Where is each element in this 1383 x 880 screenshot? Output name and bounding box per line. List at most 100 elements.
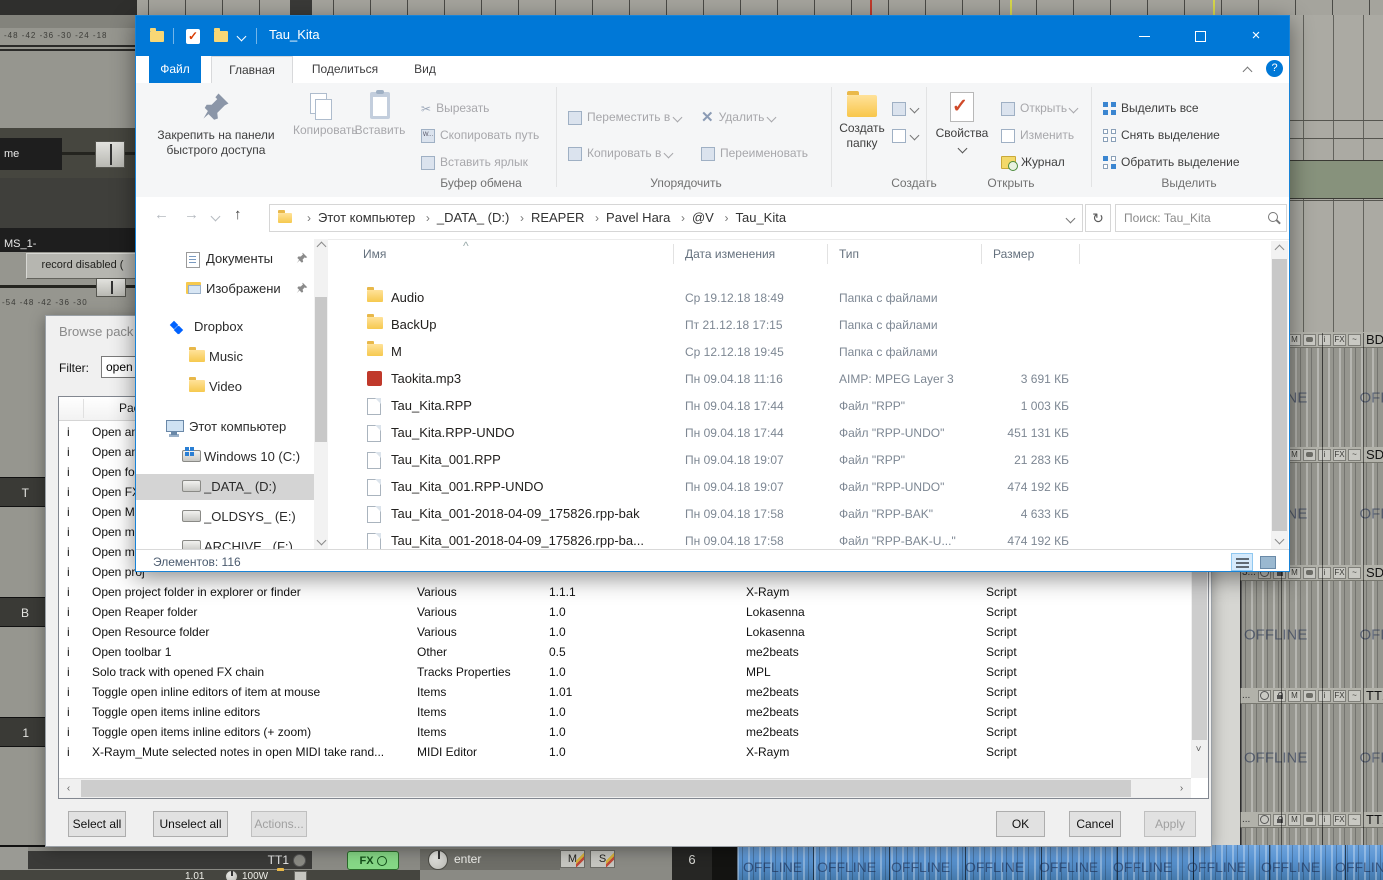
search-icon[interactable]: [1268, 212, 1278, 222]
breadcrumb-link[interactable]: REAPER: [531, 205, 584, 231]
package-row[interactable]: i Solo track with opened FX chain Tracks…: [59, 662, 1191, 682]
details-view-button[interactable]: [1231, 553, 1253, 571]
recent-locations-icon[interactable]: [210, 211, 221, 222]
delete-button[interactable]: ✕ Удалить: [701, 106, 777, 128]
mute-button[interactable]: M: [560, 850, 585, 868]
file-row[interactable]: Tau_Kita_001.RPP Пн 09.04.18 19:07 Файл …: [346, 446, 1271, 473]
record-arm-icon[interactable]: [293, 853, 306, 867]
file-list-scrollbar[interactable]: [1271, 241, 1288, 549]
breadcrumb-item[interactable]: › Этот компьютер: [300, 210, 415, 225]
breadcrumb-link[interactable]: Tau_Kita: [735, 205, 786, 231]
history-button[interactable]: Журнал: [1001, 151, 1065, 173]
address-dropdown-icon[interactable]: [1065, 213, 1076, 224]
breadcrumb-link[interactable]: Этот компьютер: [318, 205, 415, 231]
thumbnail-view-button[interactable]: [1257, 553, 1279, 571]
fader-handle[interactable]: [95, 141, 125, 168]
rename-button[interactable]: Переименовать: [701, 142, 808, 164]
copy-to-button[interactable]: Копировать в: [568, 142, 674, 164]
file-row[interactable]: Tau_Kita_001-2018-04-09_175826.rpp-bak П…: [346, 500, 1271, 527]
nav-item[interactable]: Music: [136, 344, 314, 370]
file-row[interactable]: BackUp Пт 21.12.18 17:15 Папка с файлами: [346, 311, 1271, 338]
nav-scrollbar[interactable]: [314, 239, 328, 549]
breadcrumb-item[interactable]: › REAPER: [513, 210, 584, 225]
invert-selection-button[interactable]: Обратить выделение: [1103, 151, 1240, 173]
pin-quick-access-button[interactable]: Закрепить на панели быстрого доступа: [141, 89, 291, 158]
refresh-button[interactable]: ↻: [1085, 204, 1111, 232]
scroll-left-icon[interactable]: ‹: [61, 781, 76, 797]
file-row[interactable]: Tau_Kita_001-2018-04-09_175826.rpp-ba...…: [346, 527, 1271, 549]
package-row[interactable]: i Open Reaper folder Various 1.0 Lokasen…: [59, 602, 1191, 622]
reaper-timeline-ruler[interactable]: [0, 0, 1383, 15]
package-row[interactable]: i X-Raym_Mute selected notes in open MID…: [59, 742, 1191, 762]
move-to-button[interactable]: Переместить в: [568, 106, 683, 128]
tab-file[interactable]: Файл: [149, 56, 201, 83]
package-row[interactable]: i Open project folder in explorer or fin…: [59, 582, 1191, 602]
nav-item[interactable]: Документы: [136, 246, 314, 272]
breadcrumb[interactable]: › Этот компьютер › _DATA_ (D:) › REAPER › Pa…: [269, 204, 1083, 232]
tab-home[interactable]: Главная: [211, 56, 293, 84]
select-none-button[interactable]: Снять выделение: [1103, 124, 1220, 146]
column-size[interactable]: Размер: [993, 247, 1034, 261]
record-disabled-button[interactable]: record disabled (: [26, 253, 139, 279]
breadcrumb-link[interactable]: @V: [692, 205, 714, 231]
up-icon[interactable]: ↑: [234, 206, 242, 223]
paste-button[interactable]: Вставить: [350, 89, 410, 138]
apply-button[interactable]: Apply: [1144, 811, 1196, 837]
back-icon[interactable]: ←: [154, 206, 169, 223]
maximize-button[interactable]: [1177, 16, 1223, 56]
tab-share[interactable]: Поделиться: [301, 56, 389, 83]
nav-item[interactable]: Этот компьютер: [136, 414, 314, 440]
nav-item[interactable]: Windows 10 (C:): [136, 444, 314, 470]
file-row[interactable]: Tau_Kita.RPP Пн 09.04.18 17:44 Файл "RPP…: [346, 392, 1271, 419]
new-folder-button[interactable]: Создать папку: [836, 89, 888, 151]
new-item-button[interactable]: [892, 124, 920, 146]
copy-path-button[interactable]: W... Скопировать путь: [421, 124, 539, 146]
nav-item[interactable]: ARCHIVE_ (F:): [136, 534, 314, 549]
pan-value[interactable]: 100W: [242, 871, 268, 880]
timeline-marker-yellow[interactable]: [1010, 0, 1012, 15]
volume-knob[interactable]: [428, 850, 448, 870]
properties-qat-icon[interactable]: ✓: [186, 29, 200, 44]
close-button[interactable]: ×: [1233, 16, 1279, 56]
help-icon[interactable]: ?: [1266, 60, 1283, 77]
edit-button[interactable]: Изменить: [1001, 124, 1074, 146]
copy-button[interactable]: Копировать: [293, 89, 358, 138]
breadcrumb-item[interactable]: › _DATA_ (D:): [419, 210, 509, 225]
open-button[interactable]: Открыть: [1001, 97, 1079, 119]
package-row[interactable]: i Toggle open inline editors of item at …: [59, 682, 1191, 702]
cut-button[interactable]: ✂ Вырезать: [421, 97, 489, 119]
io-icon[interactable]: [294, 871, 307, 880]
track-name-box[interactable]: TT1: [28, 851, 312, 869]
scroll-up-icon[interactable]: [1271, 244, 1288, 255]
timeline-marker-yellow[interactable]: [1213, 0, 1215, 15]
horizontal-scrollbar[interactable]: ‹ ›: [59, 778, 1191, 798]
timeline-marker-red[interactable]: [870, 0, 872, 15]
fader-handle[interactable]: [96, 278, 126, 297]
nav-item[interactable]: Dropbox: [136, 314, 314, 340]
scroll-down-icon[interactable]: [1271, 534, 1288, 545]
scroll-down-icon[interactable]: [314, 535, 328, 546]
properties-button[interactable]: Свойства: [931, 89, 993, 156]
select-all-button[interactable]: Выделить все: [1103, 97, 1199, 119]
scroll-down-icon[interactable]: ˅: [1191, 742, 1206, 758]
breadcrumb-item[interactable]: › @V: [674, 210, 714, 225]
column-date[interactable]: Дата изменения: [685, 247, 775, 261]
solo-button[interactable]: S: [590, 850, 615, 868]
package-row[interactable]: i Open Resource folder Various 1.0 Lokas…: [59, 622, 1191, 642]
select-all-button[interactable]: Select all: [68, 811, 126, 837]
file-row[interactable]: Tau_Kita_001.RPP-UNDO Пн 09.04.18 19:07 …: [346, 473, 1271, 500]
nav-item[interactable]: _OLDSYS_ (E:): [136, 504, 314, 530]
breadcrumb-link[interactable]: _DATA_ (D:): [437, 205, 509, 231]
actions-button[interactable]: Actions...: [251, 811, 307, 837]
pan-knob[interactable]: [225, 870, 238, 880]
minimize-button[interactable]: [1121, 16, 1167, 56]
new-folder-qat-icon[interactable]: [214, 28, 228, 42]
file-row[interactable]: Audio Ср 19.12.18 18:49 Папка с файлами: [346, 284, 1271, 311]
cancel-button[interactable]: Cancel: [1069, 811, 1121, 837]
nav-item[interactable]: Video: [136, 374, 314, 400]
easy-access-button[interactable]: [892, 97, 920, 119]
file-row[interactable]: Taokita.mp3 Пн 09.04.18 11:16 AIMP: MPEG…: [346, 365, 1271, 392]
tab-view[interactable]: Вид: [399, 56, 451, 83]
nav-item[interactable]: Изображени: [136, 276, 314, 302]
breadcrumb-item[interactable]: › Pavel Hara: [588, 210, 670, 225]
